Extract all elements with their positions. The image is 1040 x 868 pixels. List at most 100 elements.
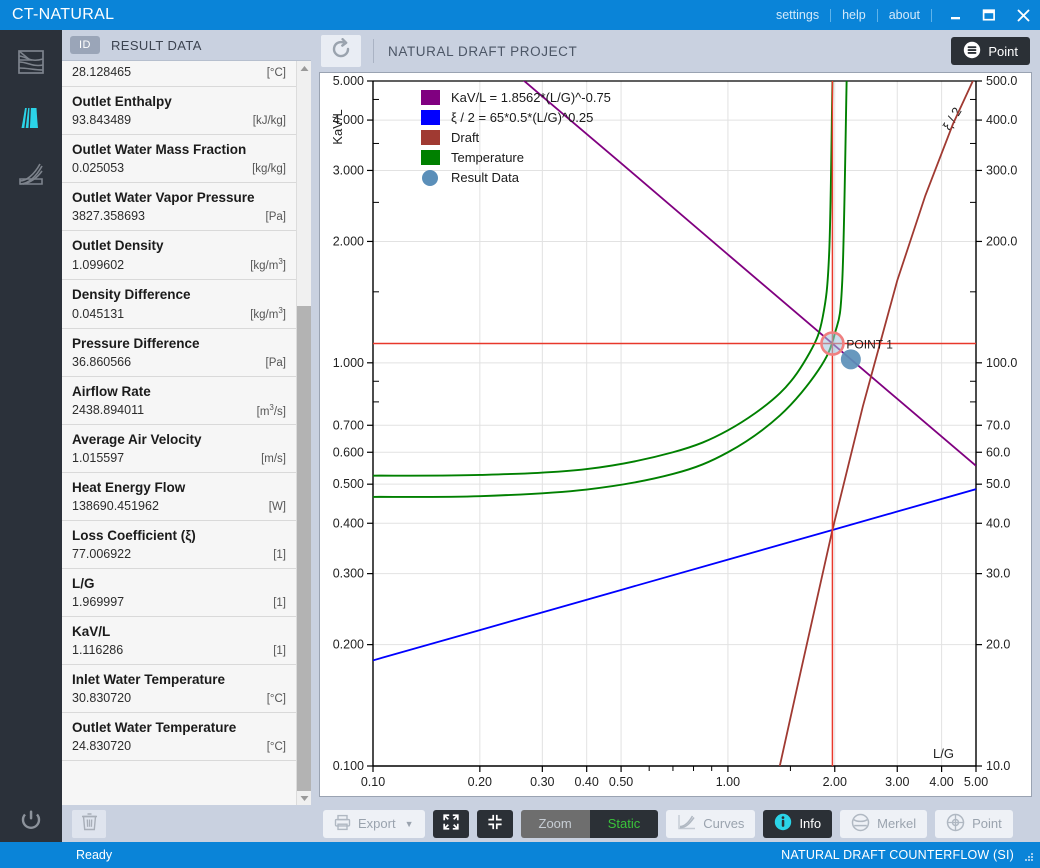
x-tick-label: 0.40	[575, 775, 599, 789]
point-mode-button[interactable]: Point	[951, 37, 1030, 65]
results-scrollbar[interactable]	[296, 61, 311, 805]
power-icon	[18, 808, 44, 839]
scrollbar-thumb[interactable]	[297, 306, 311, 791]
x-tick-label: 0.20	[468, 775, 492, 789]
power-button[interactable]	[0, 804, 62, 842]
export-button[interactable]: Export ▼	[323, 809, 425, 838]
list-icon	[963, 41, 981, 62]
about-link[interactable]: about	[878, 0, 931, 30]
y2-tick-label: 60.0	[986, 445, 1010, 459]
y-tick-label: 1.000	[333, 356, 364, 370]
result-row-value-line: 36.860566 [Pa]	[62, 354, 296, 376]
result-row-value-line: 0.045131 [kg/m3]	[62, 305, 296, 328]
app-title: CT-NATURAL	[12, 6, 115, 23]
help-link[interactable]: help	[831, 0, 877, 30]
results-footer	[62, 805, 311, 842]
result-row-unit: [kg/m3]	[250, 257, 286, 272]
result-row-value: 138690.451962	[72, 499, 159, 514]
result-row-unit: [kg/kg]	[252, 163, 286, 175]
scroll-up-arrow[interactable]	[297, 61, 311, 76]
result-row[interactable]: Heat Energy Flow 138690.451962 [W]	[62, 473, 296, 522]
point-button[interactable]: Point	[935, 809, 1013, 838]
result-row[interactable]: Density Difference 0.045131 [kg/m3]	[62, 280, 296, 329]
trash-icon	[81, 812, 98, 836]
result-row[interactable]: Outlet Water Mass Fraction 0.025053 [kg/kg…	[62, 135, 296, 183]
series-	[373, 488, 976, 662]
result-row[interactable]: Outlet Density 1.099602 [kg/m3]	[62, 231, 296, 280]
zoom-toggle-option[interactable]: Zoom	[520, 809, 590, 838]
legend-swatch	[421, 150, 440, 165]
result-data-marker[interactable]	[840, 349, 861, 370]
delete-button[interactable]	[72, 809, 106, 838]
result-row-value: 1.099602	[72, 257, 125, 272]
point-marker-ring[interactable]	[820, 331, 845, 356]
resize-grip-icon[interactable]	[1022, 849, 1034, 861]
result-row[interactable]: Outlet Water Temperature 24.830720 [°C]	[62, 713, 296, 762]
curves-icon	[677, 813, 696, 834]
export-button-label: Export	[358, 816, 396, 831]
result-row-unit: [m3/s]	[256, 402, 286, 418]
result-row[interactable]: KaV/L 1.116286 [1]	[62, 617, 296, 666]
result-row-value-line: 93.843489 [kJ/kg]	[62, 112, 296, 134]
fan-curve-icon	[16, 159, 46, 194]
result-row-value: 30.830720	[72, 691, 132, 706]
chevron-down-icon[interactable]: ▼	[405, 819, 414, 829]
expand-button[interactable]	[432, 809, 469, 838]
result-row[interactable]: Airflow Rate 2438.894011 [m3/s]	[62, 377, 296, 426]
id-badge[interactable]: ID	[70, 36, 100, 54]
results-list[interactable]: 28.128465 [°C] Outlet Enthalpy 93.843489 [kJ…	[62, 60, 311, 805]
close-button[interactable]	[1006, 0, 1040, 30]
x-tick-label: 5.00	[964, 775, 988, 789]
y2-tick-label: 20.0	[986, 638, 1010, 652]
result-row[interactable]: Average Air Velocity 1.015597 [m/s]	[62, 425, 296, 474]
point-button-label: Point	[972, 816, 1002, 831]
result-row-value-line: 30.830720 [°C]	[62, 690, 296, 712]
title-bar: CT-NATURAL settings help about	[0, 0, 1040, 30]
result-row-unit: [Pa]	[265, 356, 286, 369]
curves-button[interactable]: Curves	[666, 809, 756, 838]
result-row-value-line: 138690.451962 [W]	[62, 498, 296, 520]
merkel-button[interactable]: Merkel	[840, 809, 928, 838]
x-tick-label: 4.00	[929, 775, 953, 789]
settings-link[interactable]: settings	[765, 0, 830, 30]
refresh-button[interactable]	[321, 35, 361, 67]
result-row[interactable]: Pressure Difference 36.860566 [Pa]	[62, 329, 296, 377]
result-row-unit: [kg/m3]	[250, 305, 286, 321]
results-panel: ID RESULT DATA 28.128465 [°C] Outlet Entha…	[62, 30, 311, 805]
maximize-button[interactable]	[972, 0, 1006, 30]
y-tick-label: 0.300	[333, 567, 364, 581]
refresh-icon	[330, 37, 352, 65]
plot-area[interactable]: 5.000 4.000 3.000 2.000 1.000 0.700 0.600 0.500…	[319, 72, 1032, 797]
result-row-value-line: 77.006922 [1]	[62, 546, 296, 568]
result-row[interactable]: Outlet Enthalpy 93.843489 [kJ/kg]	[62, 87, 296, 135]
result-row-label: Outlet Enthalpy	[72, 94, 172, 109]
scroll-down-arrow[interactable]	[297, 791, 311, 805]
project-title: NATURAL DRAFT PROJECT	[388, 43, 578, 59]
zoom-static-toggle[interactable]: Zoom Static	[520, 809, 659, 838]
legend-swatch	[421, 130, 440, 145]
sidebar-item-curves[interactable]	[0, 148, 62, 204]
minimize-button[interactable]	[938, 0, 972, 30]
collapse-button[interactable]	[476, 809, 513, 838]
result-row-label: L/G	[72, 576, 95, 592]
result-row[interactable]: Inlet Water Temperature 30.830720 [°C]	[62, 665, 296, 714]
y-tick-label: 5.000	[333, 74, 364, 88]
result-row[interactable]: Loss Coefficient (ξ) 77.006922 [1]	[62, 521, 296, 570]
result-row[interactable]: Outlet Water Vapor Pressure 3827.358693 [P…	[62, 183, 296, 231]
result-row[interactable]: L/G 1.969997 [1]	[62, 569, 296, 618]
series-temperature	[373, 81, 834, 477]
y2-tick-label: 100.0	[986, 356, 1017, 370]
result-row[interactable]: 28.128465 [°C]	[62, 61, 296, 87]
static-toggle-option[interactable]: Static	[589, 809, 659, 838]
result-row-label: Outlet Density	[72, 238, 164, 253]
sidebar-item-crossflow[interactable]	[0, 36, 62, 92]
divider	[931, 8, 932, 22]
result-row-unit: [1]	[273, 597, 286, 610]
sidebar-item-natural-draft[interactable]	[0, 92, 62, 148]
result-row-label: Outlet Water Vapor Pressure	[72, 190, 255, 205]
point-marker-label: POINT 1	[846, 338, 893, 352]
x-tick-label: 3.00	[885, 775, 909, 789]
info-button[interactable]: Info	[763, 809, 833, 838]
result-row-unit: [W]	[268, 501, 286, 514]
y2-tick-label: 30.0	[986, 567, 1010, 581]
